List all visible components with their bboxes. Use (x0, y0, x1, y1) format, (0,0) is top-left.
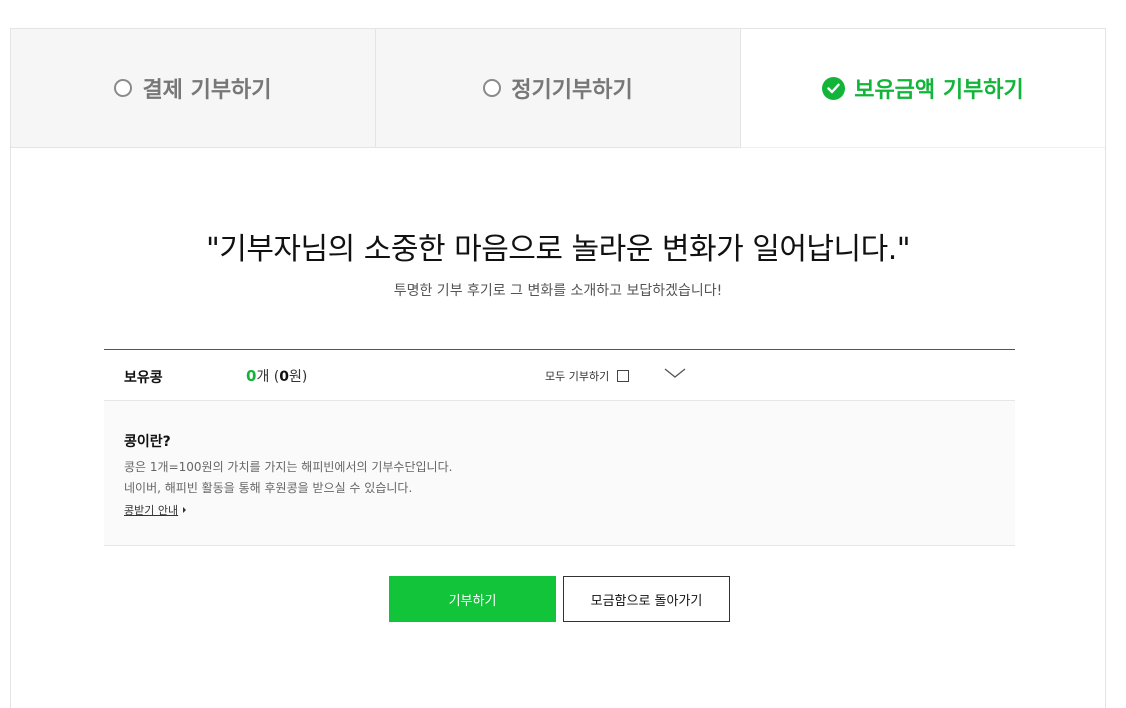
bean-guide-link[interactable]: 콩받기 안내 (124, 502, 187, 518)
bean-amount: 0개 (0원) (246, 366, 307, 386)
donate-button[interactable]: 기부하기 (389, 576, 556, 622)
tab-label: 정기기부하기 (511, 78, 633, 103)
tab-label: 보유금액 기부하기 (854, 78, 1024, 103)
radio-icon[interactable] (114, 79, 133, 97)
donation-type-tabs: 결제 기부하기 정기기부하기 보유금액 기부하기 (11, 29, 1105, 148)
info-line: 네이버, 해피빈 활동을 통해 후원콩을 받으실 수 있습니다. (124, 481, 413, 495)
donate-all-label: 모두 기부하기 (545, 370, 610, 383)
chevron-down-icon[interactable] (664, 364, 686, 382)
page-headline: "기부자님의 소중한 마음으로 놀라운 변화가 일어납니다." (205, 232, 911, 267)
arrow-right-icon (183, 507, 187, 513)
donate-all-checkbox[interactable] (617, 370, 630, 382)
tab-label: 결제 기부하기 (142, 78, 272, 103)
info-title: 콩이란? (124, 434, 171, 450)
bean-won-unit: 원) (288, 369, 308, 385)
bean-info-box: 콩이란? 콩은 1개=100원의 가치를 가지는 해피빈에서의 기부수단입니다.… (104, 401, 1015, 546)
radio-icon[interactable] (483, 79, 502, 97)
checkmark-icon (827, 83, 840, 93)
bean-guide-link-label: 콩받기 안내 (124, 504, 179, 517)
back-to-fundraiser-button[interactable]: 모금함으로 돌아가기 (563, 576, 730, 622)
bean-label: 보유콩 (124, 370, 163, 386)
tab-payment-donation[interactable]: 결제 기부하기 (11, 29, 375, 148)
page-subline: 투명한 기부 후기로 그 변화를 소개하고 보답하겠습니다! (393, 283, 723, 299)
bean-count-unit: 개 ( (256, 369, 280, 385)
tab-regular-donation[interactable]: 정기기부하기 (375, 29, 740, 148)
bean-balance-row: 보유콩 0개 (0원) 모두 기부하기 (104, 349, 1015, 401)
bean-won: 0 (279, 369, 289, 385)
bean-count: 0 (246, 367, 257, 385)
donate-all-toggle[interactable]: 모두 기부하기 (545, 368, 630, 384)
tab-balance-donation[interactable]: 보유금액 기부하기 (740, 29, 1105, 148)
donation-panel: 결제 기부하기 정기기부하기 보유금액 기부하기 "기부자님의 소중한 마음으로… (10, 28, 1106, 708)
info-line: 콩은 1개=100원의 가치를 가지는 해피빈에서의 기부수단입니다. (124, 460, 453, 474)
check-circle-icon (822, 76, 846, 100)
